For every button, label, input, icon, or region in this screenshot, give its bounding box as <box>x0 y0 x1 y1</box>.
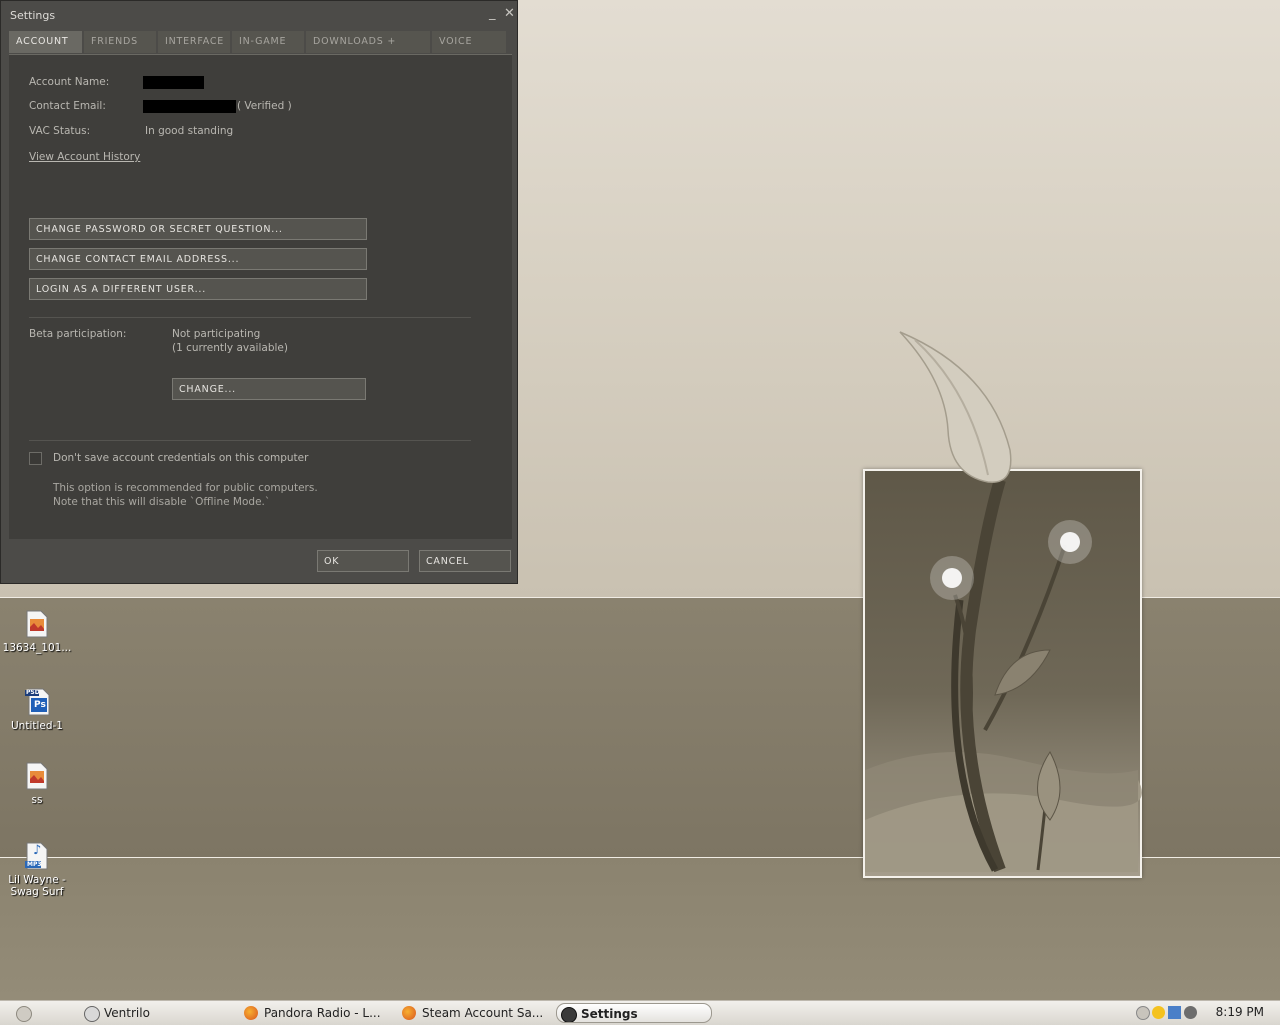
change-password-button[interactable]: CHANGE PASSWORD OR SECRET QUESTION... <box>29 218 367 240</box>
cancel-button[interactable]: CANCEL <box>419 550 511 572</box>
window-title: Settings <box>10 9 56 22</box>
ps-glyph: Ps <box>34 700 46 710</box>
taskbar-item-label: Pandora Radio - L... <box>264 1006 381 1020</box>
desktop-icon-label: ss <box>31 794 43 806</box>
beta-status-value: Not participating <box>172 328 261 340</box>
desktop-icon-label: Untitled-1 <box>10 720 63 732</box>
tray-expand-icon[interactable] <box>1136 1006 1150 1020</box>
ok-button[interactable]: OK <box>317 550 409 572</box>
ventrilo-icon <box>84 1006 100 1022</box>
contact-email-redacted <box>143 100 236 113</box>
desktop-icon-label: 13634_101... <box>2 642 72 654</box>
desktop-icon-13634[interactable]: 13634_101... <box>2 610 72 654</box>
desktop-icon-lil-wayne[interactable]: ♪ MP3 Lil Wayne - Swag Surf <box>2 842 72 898</box>
dont-save-credentials-label[interactable]: Don't save account credentials on this c… <box>53 452 308 464</box>
taskbar-item-ventrilo[interactable]: Ventrilo <box>80 1003 230 1023</box>
account-name-redacted <box>143 76 204 89</box>
settings-tabs: ACCOUNT FRIENDS INTERFACE IN-GAME DOWNLO… <box>9 31 508 69</box>
system-tray <box>1130 1001 1210 1025</box>
messenger-icon[interactable] <box>1152 1006 1165 1019</box>
settings-window: Settings _ ✕ ACCOUNT FRIENDS INTERFACE I… <box>0 0 518 584</box>
desktop-icon-ss[interactable]: ss <box>2 762 72 806</box>
taskbar-item-steam-account[interactable]: Steam Account Sa... <box>398 1003 548 1023</box>
taskbar-item-settings[interactable]: Settings <box>556 1003 712 1023</box>
tab-account[interactable]: ACCOUNT <box>9 31 82 53</box>
steam-icon <box>561 1007 577 1022</box>
beta-participation-label: Beta participation: <box>29 328 127 340</box>
desktop-icon-label: Lil Wayne - Swag Surf <box>8 874 66 898</box>
dont-save-credentials-checkbox[interactable] <box>29 452 42 465</box>
image-file-icon <box>25 762 49 790</box>
mp3-badge: MP3 <box>27 861 42 868</box>
taskbar-item-label: Ventrilo <box>104 1006 150 1020</box>
minimize-icon[interactable]: _ <box>489 6 496 21</box>
separator <box>29 440 471 441</box>
close-icon[interactable]: ✕ <box>504 6 515 21</box>
photoshop-file-icon: PSD Ps <box>25 688 50 716</box>
contact-email-label: Contact Email: <box>29 100 106 112</box>
desktop-icon-untitled-1[interactable]: PSD Ps Untitled-1 <box>2 688 72 732</box>
tab-voice[interactable]: VOICE <box>432 31 506 53</box>
account-panel: Account Name: Contact Email: ( Verified … <box>9 54 512 539</box>
vac-status-label: VAC Status: <box>29 125 91 137</box>
taskbar-item-pandora[interactable]: Pandora Radio - L... <box>240 1003 390 1023</box>
change-email-button[interactable]: CHANGE CONTACT EMAIL ADDRESS... <box>29 248 367 270</box>
flower-illustration <box>865 331 1142 873</box>
firefox-icon <box>402 1006 416 1020</box>
taskbar-clock: 8:19 PM <box>1215 1005 1264 1019</box>
steam-tray-icon[interactable] <box>1184 1006 1197 1019</box>
beta-available-value: (1 currently available) <box>172 342 288 354</box>
beta-change-button[interactable]: CHANGE... <box>172 378 366 400</box>
tab-downloads-cloud[interactable]: DOWNLOADS + CLOUD <box>306 31 430 69</box>
image-file-icon <box>25 610 49 638</box>
credentials-note-1: This option is recommended for public co… <box>53 482 318 494</box>
taskbar-item-label: Steam Account Sa... <box>422 1006 544 1020</box>
firefox-icon <box>244 1006 258 1020</box>
credentials-note-2: Note that this will disable `Offline Mod… <box>53 496 271 508</box>
tab-friends[interactable]: FRIENDS <box>84 31 156 53</box>
taskbar-item-label: Settings <box>581 1007 638 1021</box>
tab-in-game[interactable]: IN-GAME <box>232 31 304 53</box>
separator <box>29 317 471 318</box>
mp3-file-icon: ♪ MP3 <box>25 842 49 870</box>
network-icon[interactable] <box>1168 1006 1181 1019</box>
login-different-user-button[interactable]: LOGIN AS A DIFFERENT USER... <box>29 278 367 300</box>
email-verified-text: ( Verified ) <box>237 100 292 112</box>
start-button-icon[interactable] <box>16 1006 32 1022</box>
vac-status-value: In good standing <box>145 125 234 137</box>
tab-interface[interactable]: INTERFACE <box>158 31 230 53</box>
psd-badge: PSD <box>26 689 40 696</box>
account-name-label: Account Name: <box>29 76 110 88</box>
taskbar: Ventrilo Pandora Radio - L... Steam Acco… <box>0 1000 1280 1025</box>
view-account-history-link[interactable]: View Account History <box>29 151 140 163</box>
music-note-glyph: ♪ <box>33 843 42 858</box>
window-titlebar[interactable]: Settings _ ✕ <box>1 1 517 29</box>
